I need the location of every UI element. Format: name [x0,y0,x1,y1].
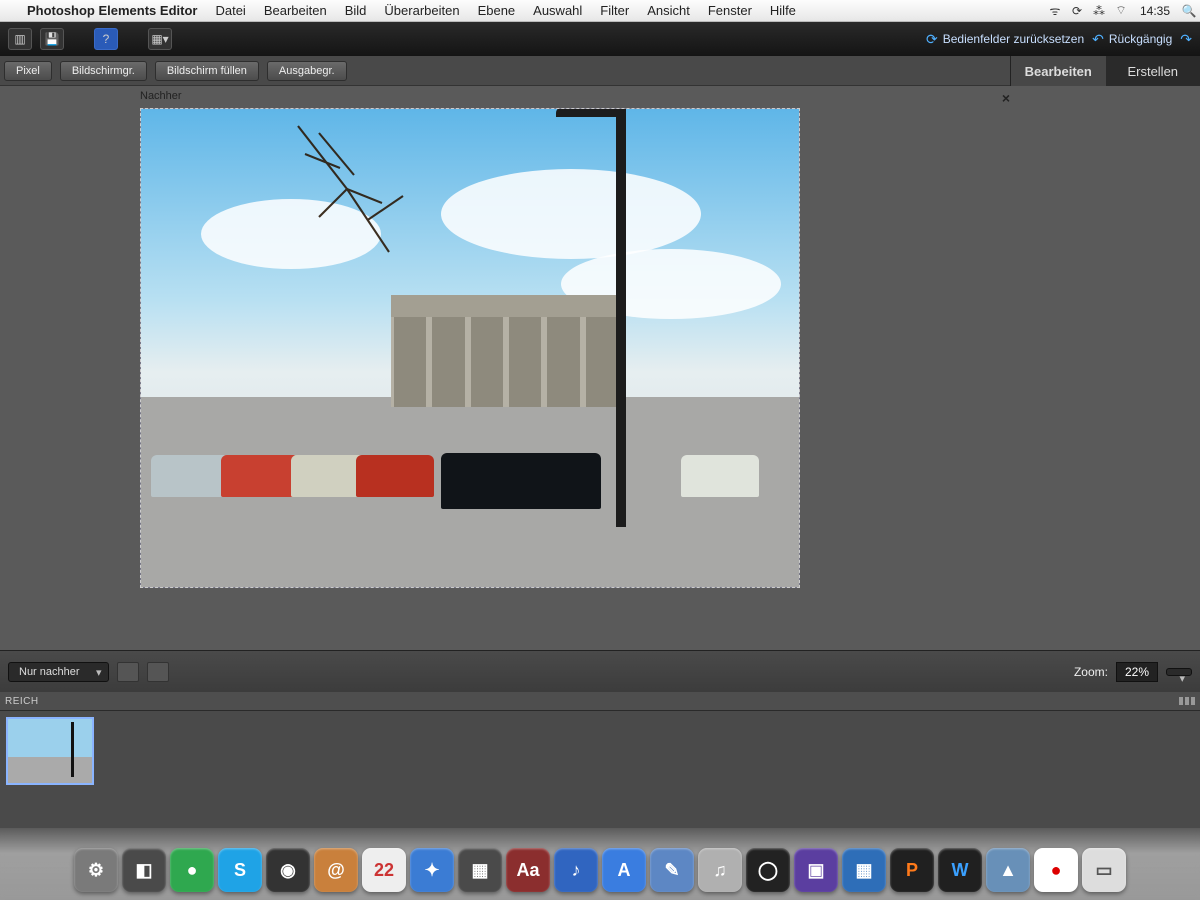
zoom-value[interactable]: 22% [1116,662,1158,682]
menu-auswahl[interactable]: Auswahl [524,3,591,18]
dock-dashboard-icon[interactable]: ◉ [266,848,310,892]
mac-dock: ⚙◧●S◉@22✦▦Aa♪A✎♫◯▣▦PW▲●▭ [0,828,1200,900]
layout-menu-icon[interactable]: ▦▾ [148,28,172,50]
dock-dictionary-icon[interactable]: Aa [506,848,550,892]
help-icon[interactable]: ? [94,28,118,50]
refresh-icon: ⟳ [926,31,938,48]
rotate-right-icon[interactable] [147,662,169,682]
work-area: Nachher × Nur nachher [0,86,1200,828]
undo-icon: ↶ [1092,31,1104,48]
dock-iphoto-icon[interactable]: ▦ [458,848,502,892]
tab-create[interactable]: Erstellen [1106,56,1200,86]
dock-finder-window-icon[interactable]: ▭ [1082,848,1126,892]
reset-panels-button[interactable]: ⟳ Bedienfelder zurücksetzen [926,31,1084,48]
spotlight-icon[interactable]: 🔍 [1178,4,1200,18]
app-name[interactable]: Photoshop Elements Editor [18,3,206,18]
dock-app-orange-p-icon[interactable]: P [890,848,934,892]
menu-fenster[interactable]: Fenster [699,3,761,18]
dock-skype-icon[interactable]: S [218,848,262,892]
menu-hilfe[interactable]: Hilfe [761,3,805,18]
dock-app-purple-icon[interactable]: ▣ [794,848,838,892]
menu-datei[interactable]: Datei [206,3,254,18]
redo-icon: ↷ [1180,31,1192,48]
view-mode-dropdown[interactable]: Nur nachher [8,662,109,682]
reset-panels-label: Bedienfelder zurücksetzen [943,32,1084,46]
menu-bild[interactable]: Bild [336,3,376,18]
dock-app-blue-w-icon[interactable]: W [938,848,982,892]
document-canvas[interactable] [140,108,800,588]
app-toolbar: ▥ 💾 ? ▦▾ ⟳ Bedienfelder zurücksetzen ↶ Rüc… [0,22,1200,56]
project-bin-header[interactable]: REICH [0,692,1200,710]
dock-vodafone-icon[interactable]: ● [1034,848,1078,892]
bluetooth-icon[interactable]: ⁂ [1088,4,1110,18]
dock-idvd-icon[interactable]: ◯ [746,848,790,892]
menu-ebene[interactable]: Ebene [469,3,525,18]
dock-facetime-icon[interactable]: ● [170,848,214,892]
zoom-dropdown[interactable] [1166,668,1192,676]
canvas-footer: Nur nachher Zoom: 22% [0,650,1200,692]
menu-bearbeiten[interactable]: Bearbeiten [255,3,336,18]
dock-appstore-icon[interactable]: A [602,848,646,892]
canvas-area: Nachher × [0,86,1200,650]
airport-icon[interactable]: ᯤ [1044,2,1066,19]
redo-button[interactable]: ↷ [1180,31,1192,48]
dock-app-blue-box-icon[interactable]: ▦ [842,848,886,892]
dock-app-generic-2-icon[interactable]: ♫ [698,848,742,892]
bin-thumbnail[interactable] [6,717,94,785]
menu-filter[interactable]: Filter [591,3,638,18]
undo-label: Rückgängig [1109,32,1172,46]
mac-menubar: Photoshop Elements Editor Datei Bearbeit… [0,0,1200,22]
close-document-button[interactable]: × [1002,90,1010,106]
undo-button[interactable]: ↶ Rückgängig [1092,31,1172,48]
opt-fitscreen-button[interactable]: Bildschirmgr. [60,61,147,81]
zoom-label: Zoom: [1074,665,1108,679]
wifi-icon[interactable]: ⌔ [1110,3,1132,18]
timemachine-icon[interactable]: ⟳ [1066,4,1088,18]
project-bin-label: REICH [5,696,39,707]
dock-itunes-icon[interactable]: ♪ [554,848,598,892]
view-label: Nachher [140,90,182,102]
menu-ansicht[interactable]: Ansicht [638,3,699,18]
dock-calendar-icon[interactable]: 22 [362,848,406,892]
dock-app-photo-icon[interactable]: ▲ [986,848,1030,892]
opt-fillscreen-button[interactable]: Bildschirm füllen [155,61,259,81]
opt-pixel-button[interactable]: Pixel [4,61,52,81]
dock-app-generic-1-icon[interactable]: ✎ [650,848,694,892]
rotate-left-icon[interactable] [117,662,139,682]
dock-preview-icon[interactable]: ◧ [122,848,166,892]
opt-printsize-button[interactable]: Ausgabegr. [267,61,347,81]
dock-contacts-icon[interactable]: @ [314,848,358,892]
dock-safari-icon[interactable]: ✦ [410,848,454,892]
open-icon[interactable]: ▥ [8,28,32,50]
menubar-clock[interactable]: 14:35 [1132,4,1178,18]
dock-settings-icon[interactable]: ⚙ [74,848,118,892]
project-bin [0,710,1200,828]
tab-edit[interactable]: Bearbeiten [1011,56,1106,86]
menu-ueberarbeiten[interactable]: Überarbeiten [375,3,468,18]
save-icon[interactable]: 💾 [40,28,64,50]
